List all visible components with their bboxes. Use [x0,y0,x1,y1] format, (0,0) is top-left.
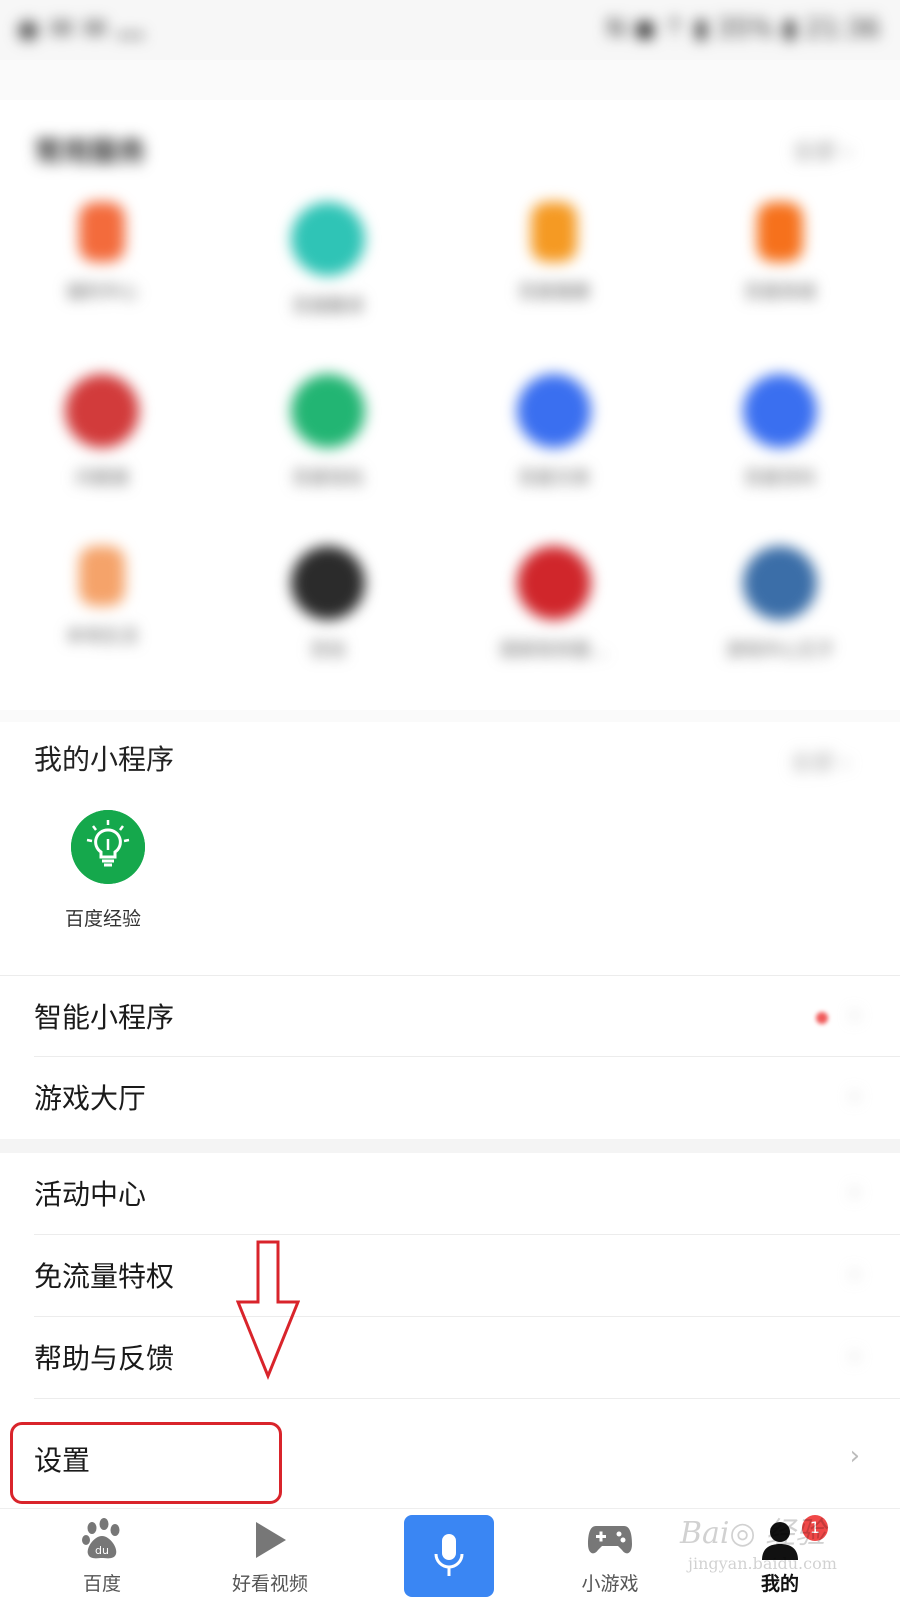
play-icon [200,1515,340,1565]
service-item[interactable]: 游戏中心王子 [700,534,860,684]
status-right-info: N ◼ ⇡ ▮ 35% ▮ 21:36 [606,14,880,44]
watermark-url: jingyan.baidu.com [688,1554,837,1573]
chevron-right-icon: › [849,1177,860,1207]
nav-label-haokan: 好看视频 [231,1573,308,1595]
chevron-right-icon: › [849,1441,860,1471]
menu-item-game-hall[interactable]: 游戏大厅 › [0,1057,900,1139]
service-item[interactable]: 百度翻译 [248,190,408,340]
menu-label-smart-mini: 智能小程序 [34,1001,175,1034]
watermark: Bai◎ 经验 jingyan.baidu.com [680,1508,880,1588]
service-label: 福利中心 [66,282,138,303]
settings-highlight-box [10,1422,282,1504]
menu-label-free-data: 免流量特权 [34,1260,175,1293]
section-divider [0,1139,900,1153]
service-icon [79,546,125,606]
lightbulb-icon [71,810,145,884]
service-icon [517,546,591,620]
service-label: 百度百科 [744,468,816,489]
header-gap [0,60,900,100]
service-label: 百度翻译 [292,296,364,317]
menu-item-free-data[interactable]: 免流量特权 › [0,1235,900,1317]
service-label: 问题搜 [75,468,129,489]
service-label: 百度商城 [744,282,816,303]
chevron-right-icon: › [849,1259,860,1289]
menu-item-smart-mini-programs[interactable]: 智能小程序 › [0,975,900,1057]
section-divider [0,710,900,722]
service-item[interactable]: 问题搜 [22,362,182,512]
service-item[interactable]: 福利中心 [22,190,182,340]
mini-programs-title: 我的小程序 [34,743,175,776]
service-icon [291,202,365,276]
service-item[interactable]: 国家政务服… [474,534,634,684]
service-icon [65,374,139,448]
services-more-link[interactable]: 全部 › [792,134,852,166]
service-label: 百度文库 [518,468,590,489]
service-icon [79,202,125,262]
voice-search-button[interactable] [404,1515,494,1597]
service-label: 百度健康 [518,282,590,303]
menu-item-help-feedback[interactable]: 帮助与反馈 › [0,1317,900,1399]
service-icon [517,374,591,448]
service-icon [291,546,365,620]
mini-app-label: 百度经验 [64,908,141,930]
service-label: 百信 [310,640,346,661]
notification-dot [816,1012,828,1024]
nav-tab-baidu[interactable]: du 百度 [32,1509,172,1600]
service-item[interactable]: 百度商城 [700,190,860,340]
service-label: 百度钱包 [292,468,364,489]
gamepad-icon [540,1515,680,1565]
menu-label-help-feedback: 帮助与反馈 [34,1342,175,1375]
nav-label-mini-games: 小游戏 [581,1573,639,1595]
service-label: 游戏中心王子 [726,640,834,661]
watermark-logo-text: Bai◎ 经验 [680,1516,826,1551]
menu-label-game-hall: 游戏大厅 [34,1082,147,1115]
services-title: 常用服务 [34,135,147,168]
microphone-icon [434,1534,464,1576]
service-item[interactable]: 百度健康 [474,190,634,340]
chevron-right-icon: › [849,1341,860,1371]
baidu-paw-icon: du [32,1515,172,1565]
service-item[interactable]: 百度钱包 [248,362,408,512]
chevron-right-icon: › [849,1000,860,1030]
menu-label-activity-center: 活动中心 [34,1178,147,1211]
service-label: 国家政务服… [500,640,608,661]
service-icon [743,546,817,620]
service-item[interactable]: 百度百科 [700,362,860,512]
menu-item-activity-center[interactable]: 活动中心 › [0,1153,900,1235]
status-bar: ◉ ✉ ✉ … N ◼ ⇡ ▮ 35% ▮ 21:36 [0,0,900,60]
service-icon [291,374,365,448]
service-icon [531,202,577,262]
nav-label-baidu: 百度 [82,1573,121,1595]
nav-tab-mini-games[interactable]: 小游戏 [540,1509,680,1600]
service-item[interactable]: 本地生活 [22,534,182,684]
mini-app-baidu-experience[interactable]: 百度经验 [58,810,158,931]
mini-programs-more-link[interactable]: 全部 › [790,745,850,777]
svg-text:du: du [95,1544,109,1557]
common-services-section: 常用服务 全部 › 福利中心百度翻译 百度健康 百度商城问题搜 百度钱包 百度文库 百度百… [0,100,900,710]
status-left-icons: ◉ ✉ ✉ … [16,12,145,45]
down-arrow-annotation [236,1240,300,1380]
service-icon [743,374,817,448]
chevron-right-icon: › [849,1081,860,1111]
service-item[interactable]: 百度文库 [474,362,634,512]
service-icon [757,202,803,262]
service-label: 本地生活 [66,626,138,647]
service-item[interactable]: 百信 [248,534,408,684]
nav-tab-haokan-video[interactable]: 好看视频 [200,1509,340,1600]
